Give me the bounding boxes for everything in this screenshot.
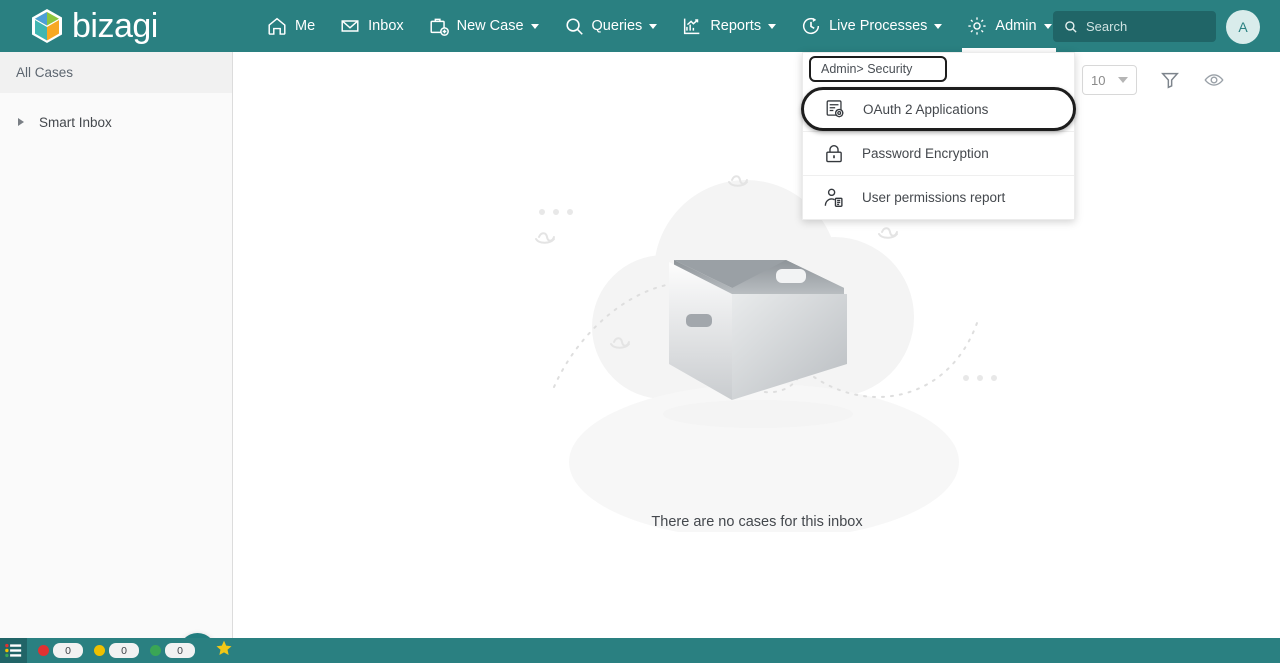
menu-item-label: Password Encryption [862,146,989,161]
brand-logo[interactable]: bizagi [0,8,232,44]
menu-item-oauth-2-applications[interactable]: OAuth 2 Applications [801,87,1076,131]
eye-icon[interactable] [1203,69,1225,91]
status-count-yellow: 0 [109,643,139,658]
results-per-page-select[interactable]: 10 [1082,65,1137,95]
sidebar-item-label: Smart Inbox [39,114,112,130]
chevron-down-icon [1118,77,1128,83]
oauth-app-icon [826,100,844,118]
chevron-down-icon [768,23,777,29]
search-placeholder: Search [1086,19,1128,34]
dropdown-breadcrumb: Admin> Security [809,56,947,82]
nav-label: Admin [995,18,1037,34]
nav-item-admin[interactable]: Admin [954,0,1063,52]
nav-item-reports[interactable]: Reports [669,0,788,52]
avatar[interactable]: A [1226,10,1260,44]
chart-icon [684,18,700,35]
nav-label: Inbox [368,18,404,34]
menu-item-label: OAuth 2 Applications [863,101,989,117]
nav-item-me[interactable]: Me [254,0,327,52]
chevron-down-icon [934,23,943,29]
search-icon [565,18,583,35]
menu-item-user-permissions-report[interactable]: User permissions report [803,175,1074,219]
menu-item-password-encryption[interactable]: Password Encryption [803,131,1074,175]
dropdown-title-row: Admin> Security [803,53,1074,87]
status-counter-yellow[interactable]: 0 [94,643,139,658]
status-count-green: 0 [165,643,195,658]
status-dot-green [150,645,161,656]
chevron-down-icon [649,23,658,29]
nav-item-queries[interactable]: Queries [551,0,670,52]
admin-security-dropdown: Admin> Security OAuth 2 Applications Pas… [801,52,1076,220]
nav-item-inbox[interactable]: Inbox [327,0,415,52]
dropdown-breadcrumb-label: Admin> Security [821,62,913,76]
favorites-button[interactable] [215,639,233,662]
status-dot-red [38,645,49,656]
chevron-down-icon [530,23,539,29]
nav-label: Live Processes [829,18,928,34]
gear-icon [968,17,987,35]
nav-item-live-processes[interactable]: Live Processes [788,0,954,52]
nav-label: Me [295,18,316,34]
chevron-down-icon [1043,23,1052,29]
briefcase-plus-icon [430,18,449,36]
nav-item-new-case[interactable]: New Case [416,0,551,52]
star-icon [216,640,232,656]
sidebar-title: All Cases [16,65,74,80]
brand-name: bizagi [72,7,158,45]
status-list-button[interactable] [0,638,27,663]
status-count-red: 0 [53,643,83,658]
nav-label: Reports [710,18,762,34]
search-input[interactable]: Search [1053,11,1216,42]
bizagi-cube-logo-icon [32,9,62,43]
results-per-page-value: 10 [1091,72,1106,88]
filter-icon[interactable] [1159,69,1181,91]
list-icon [5,643,22,658]
padlock-icon [826,144,842,162]
chevron-right-icon[interactable] [18,118,24,126]
avatar-initial: A [1238,19,1248,35]
sidebar-item-smart-inbox[interactable]: Smart Inbox [0,107,232,137]
app-root: bizagi Me Inbox New Case Queries Reports… [0,0,1280,663]
sidebar-header: All Cases [0,52,232,93]
nav-label: New Case [456,18,524,34]
sidebar: All Cases Smart Inbox [0,52,233,663]
status-bar: 0 0 0 [0,638,1280,663]
user-report-icon [824,188,843,207]
empty-state-message: There are no cases for this inbox [651,514,863,530]
top-navigation-bar: bizagi Me Inbox New Case Queries Reports… [0,0,1280,52]
menu-item-label: User permissions report [862,190,1006,205]
status-counter-green[interactable]: 0 [150,643,195,658]
home-icon [268,17,286,35]
status-counter-red[interactable]: 0 [38,643,83,658]
main-nav: Me Inbox New Case Queries Reports Live P… [254,0,1064,52]
search-icon [1065,21,1077,33]
status-dot-yellow [94,645,105,656]
inbox-icon [341,20,359,32]
nav-label: Queries [591,18,643,34]
main-content: Results per page 10 [234,52,1280,638]
live-processes-icon [803,17,820,35]
